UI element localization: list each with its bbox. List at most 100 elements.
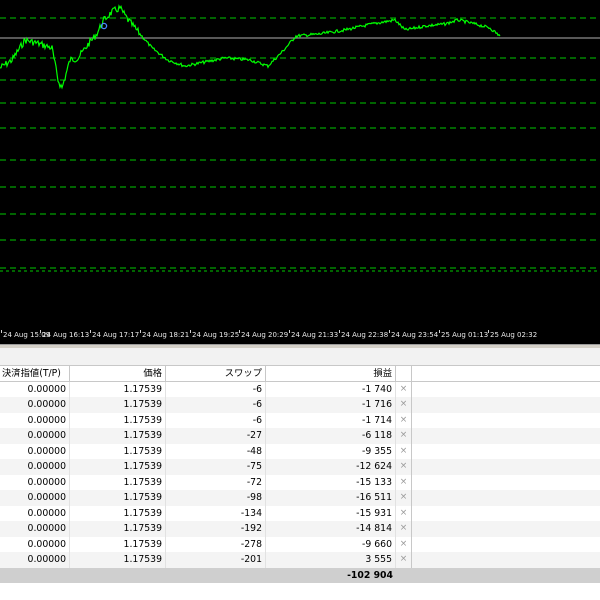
profit-cell: -15 133 (266, 474, 396, 490)
column-header-take-profit[interactable]: 決済指値(T/P) (0, 366, 70, 381)
swap-cell: -6 (166, 397, 266, 413)
column-header-profit[interactable]: 損益 (266, 366, 396, 381)
take-profit-cell: 0.00000 (0, 397, 70, 413)
profit-cell: -1 714 (266, 412, 396, 428)
profit-cell: -9 355 (266, 443, 396, 459)
take-profit-cell: 0.00000 (0, 459, 70, 475)
price-cell: 1.17539 (70, 381, 166, 397)
terminal-panel-toolbar (0, 348, 600, 366)
price-cell: 1.17539 (70, 397, 166, 413)
profit-cell: -14 814 (266, 521, 396, 537)
take-profit-cell: 0.00000 (0, 381, 70, 397)
price-cell: 1.17539 (70, 552, 166, 568)
profit-cell: -1 716 (266, 397, 396, 413)
table-row[interactable]: 0.00000 1.17539 -192 -14 814 × (0, 521, 600, 537)
price-cell: 1.17539 (70, 459, 166, 475)
table-row[interactable]: 0.00000 1.17539 -48 -9 355 × (0, 443, 600, 459)
time-axis: 24 Aug 15:09 24 Aug 16:13 24 Aug 17:17 24 A… (0, 330, 600, 344)
table-row[interactable]: 0.00000 1.17539 -201 3 555 × (0, 552, 600, 568)
swap-cell: -134 (166, 505, 266, 521)
column-header-close (396, 366, 412, 381)
column-header-price[interactable]: 価格 (70, 366, 166, 381)
table-row[interactable]: 0.00000 1.17539 -6 -1 714 × (0, 412, 600, 428)
close-position-icon[interactable]: × (396, 552, 412, 568)
take-profit-cell: 0.00000 (0, 443, 70, 459)
table-row[interactable]: 0.00000 1.17539 -6 -1 740 × (0, 381, 600, 397)
table-body: 0.00000 1.17539 -6 -1 740 × 0.00000 1.17539 -6-… (0, 381, 600, 568)
time-tick-mark (339, 330, 340, 333)
take-profit-cell: 0.00000 (0, 505, 70, 521)
swap-cell: -48 (166, 443, 266, 459)
table-row[interactable]: 0.00000 1.17539 -134 -15 931 × (0, 505, 600, 521)
close-position-icon[interactable]: × (396, 381, 412, 397)
close-position-icon[interactable]: × (396, 459, 412, 475)
take-profit-cell: 0.00000 (0, 428, 70, 444)
time-label: 24 Aug 19:25 (192, 331, 240, 339)
time-tick-mark (190, 330, 191, 333)
time-label: 25 Aug 01:13 (441, 331, 489, 339)
close-position-icon[interactable]: × (396, 412, 412, 428)
time-tick-mark (40, 330, 41, 333)
price-cell: 1.17539 (70, 412, 166, 428)
table-row[interactable]: 0.00000 1.17539 -98 -16 511 × (0, 490, 600, 506)
table-row[interactable]: 0.00000 1.17539 -72 -15 133 × (0, 474, 600, 490)
total-row: -102 904 (0, 567, 600, 583)
price-cell: 1.17539 (70, 474, 166, 490)
time-label: 24 Aug 20:29 (241, 331, 289, 339)
close-position-icon[interactable]: × (396, 428, 412, 444)
time-tick-mark (488, 330, 489, 333)
time-tick-mark (389, 330, 390, 333)
time-tick-mark (90, 330, 91, 333)
profit-cell: -9 660 (266, 536, 396, 552)
close-position-icon[interactable]: × (396, 490, 412, 506)
swap-cell: -201 (166, 552, 266, 568)
swap-cell: -192 (166, 521, 266, 537)
table-header: 決済指値(T/P) 価格 スワップ 損益 (0, 366, 600, 382)
swap-cell: -98 (166, 490, 266, 506)
price-cell: 1.17539 (70, 443, 166, 459)
price-cell: 1.17539 (70, 490, 166, 506)
time-tick-mark (289, 330, 290, 333)
close-position-icon[interactable]: × (396, 505, 412, 521)
price-cell: 1.17539 (70, 536, 166, 552)
take-profit-cell: 0.00000 (0, 552, 70, 568)
swap-cell: -27 (166, 428, 266, 444)
time-label: 24 Aug 23:54 (391, 331, 439, 339)
take-profit-cell: 0.00000 (0, 490, 70, 506)
time-label: 25 Aug 02:32 (490, 331, 538, 339)
swap-cell: -6 (166, 381, 266, 397)
close-position-icon[interactable]: × (396, 397, 412, 413)
swap-cell: -6 (166, 412, 266, 428)
time-label: 24 Aug 21:33 (291, 331, 339, 339)
swap-cell: -72 (166, 474, 266, 490)
close-position-icon[interactable]: × (396, 536, 412, 552)
time-tick-mark (439, 330, 440, 333)
close-position-icon[interactable]: × (396, 474, 412, 490)
take-profit-cell: 0.00000 (0, 474, 70, 490)
time-tick-mark (239, 330, 240, 333)
time-tick-mark (1, 330, 2, 333)
time-label: 24 Aug 17:17 (92, 331, 140, 339)
profit-cell: -12 624 (266, 459, 396, 475)
price-cell: 1.17539 (70, 428, 166, 444)
time-label: 24 Aug 16:13 (42, 331, 90, 339)
swap-cell: -75 (166, 459, 266, 475)
table-row[interactable]: 0.00000 1.17539 -278 -9 660 × (0, 536, 600, 552)
close-position-icon[interactable]: × (396, 521, 412, 537)
total-profit: -102 904 (347, 569, 393, 581)
price-chart-canvas (0, 4, 600, 272)
column-header-swap[interactable]: スワップ (166, 366, 266, 381)
price-chart[interactable] (0, 0, 600, 330)
profit-cell: -16 511 (266, 490, 396, 506)
profit-cell: -1 740 (266, 381, 396, 397)
table-row[interactable]: 0.00000 1.17539 -6 -1 716 × (0, 397, 600, 413)
profit-cell: -6 118 (266, 428, 396, 444)
table-row[interactable]: 0.00000 1.17539 -75 -12 624 × (0, 459, 600, 475)
time-label: 24 Aug 22:38 (341, 331, 389, 339)
price-cell: 1.17539 (70, 505, 166, 521)
take-profit-cell: 0.00000 (0, 412, 70, 428)
table-row[interactable]: 0.00000 1.17539 -27 -6 118 × (0, 428, 600, 444)
time-tick-mark (140, 330, 141, 333)
close-position-icon[interactable]: × (396, 443, 412, 459)
take-profit-cell: 0.00000 (0, 521, 70, 537)
